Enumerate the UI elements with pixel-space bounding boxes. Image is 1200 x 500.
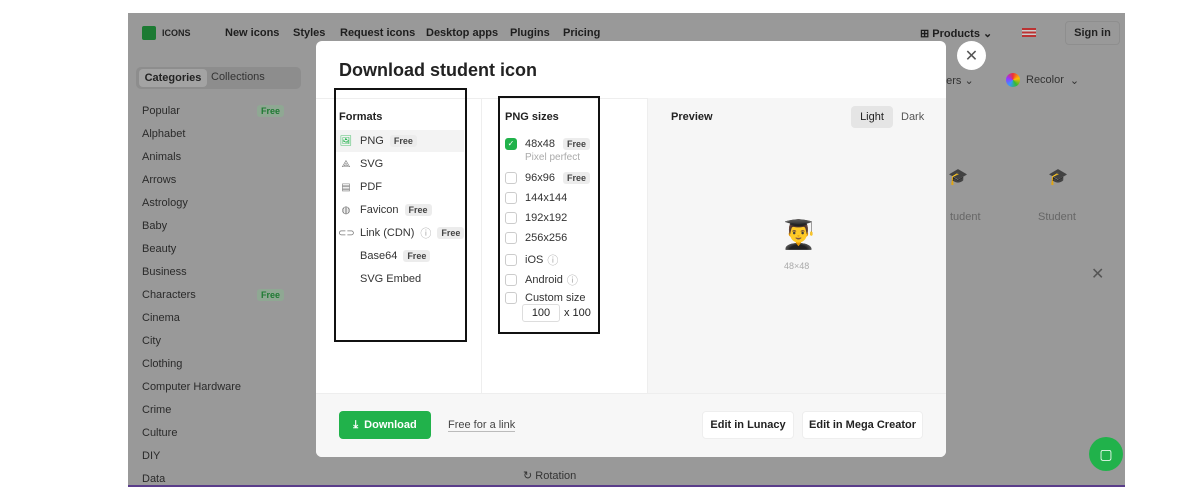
tab-categories[interactable]: Categories <box>139 69 207 87</box>
preview-heading: Preview <box>671 111 713 123</box>
color-wheel-icon <box>1006 73 1020 87</box>
sidebar-item-label: Business <box>142 266 187 278</box>
rotation-option[interactable]: ↻ Rotation <box>523 469 576 482</box>
recolor-dropdown[interactable]: Recolor ⌄ <box>1006 73 1079 87</box>
sidebar-item[interactable]: Baby <box>142 220 282 232</box>
logo-icon <box>142 26 156 40</box>
sidebar-item-label: Data <box>142 473 166 485</box>
sidebar-item[interactable]: Data <box>142 473 282 485</box>
annotation-box-formats <box>334 88 467 342</box>
sidebar-item-label: Clothing <box>142 358 183 370</box>
sidebar-item-label: Arrows <box>142 174 177 186</box>
modal-title: Download student icon <box>339 60 537 80</box>
sidebar-item[interactable]: Arrows <box>142 174 282 186</box>
chat-button[interactable]: ▢ <box>1089 437 1123 471</box>
sign-in-button[interactable]: Sign in <box>1065 21 1120 45</box>
logo[interactable]: ICONS <box>142 26 191 40</box>
free-badge: Free <box>257 105 285 117</box>
sidebar-item[interactable]: Beauty <box>142 243 282 255</box>
sidebar-item-label: Computer Hardware <box>142 381 242 393</box>
sidebar-item-label: Beauty <box>142 243 177 255</box>
sidebar-item[interactable]: Cinema <box>142 312 282 324</box>
modal-footer: ⤓ Download Free for a link Edit in Lunacy… <box>316 393 946 457</box>
sidebar-item-label: Cinema <box>142 312 180 324</box>
free-for-link[interactable]: Free for a link <box>448 419 516 432</box>
close-modal-button[interactable]: ✕ <box>957 41 986 70</box>
products-label: Products <box>932 28 980 40</box>
sidebar-item-label: DIY <box>142 450 161 462</box>
sidebar-item-label: Baby <box>142 220 168 232</box>
student-outline-icon[interactable]: 🎓 <box>948 167 968 187</box>
nav-pricing[interactable]: Pricing <box>563 27 600 39</box>
sidebar-item[interactable]: City <box>142 335 282 347</box>
preview-panel: Preview Light Dark 👨‍🎓 48×48 <box>648 98 946 393</box>
sidebar-item[interactable]: Characters Free <box>142 289 285 301</box>
edit-in-lunacy-button[interactable]: Edit in Lunacy <box>702 411 794 439</box>
sidebar-item[interactable]: Business <box>142 266 282 278</box>
icon-label: Student <box>1038 211 1076 223</box>
preview-size: 48×48 <box>784 261 810 271</box>
nav-new-icons[interactable]: New icons <box>225 27 279 39</box>
products-menu[interactable]: ⊞ Products ⌄ <box>920 27 992 40</box>
sidebar-item-label: Astrology <box>142 197 188 209</box>
sidebar-item-label: Animals <box>142 151 182 163</box>
nav-plugins[interactable]: Plugins <box>510 27 550 39</box>
download-button[interactable]: ⤓ Download <box>339 411 431 439</box>
us-flag-icon[interactable] <box>1022 28 1036 37</box>
sidebar-tabs: Categories Collections <box>136 67 301 89</box>
sidebar-item-label: Alphabet <box>142 128 186 140</box>
sidebar-item[interactable]: DIY <box>142 450 282 462</box>
sidebar-item-label: City <box>142 335 161 347</box>
light-toggle[interactable]: Light <box>851 106 893 128</box>
sidebar-item-label: Popular <box>142 105 180 117</box>
sidebar-item[interactable]: Animals <box>142 151 282 163</box>
logo-text: ICONS <box>162 28 191 38</box>
free-badge: Free <box>257 289 285 301</box>
download-label: Download <box>364 419 417 431</box>
student-preview-icon: 👨‍🎓 <box>781 219 816 250</box>
rotation-label: Rotation <box>535 470 577 482</box>
icon-label: tudent <box>950 211 981 223</box>
sidebar-item-label: Culture <box>142 427 178 439</box>
close-panel-icon[interactable]: ✕ <box>1091 264 1104 284</box>
download-icon: ⤓ <box>353 418 359 431</box>
nav-desktop-apps[interactable]: Desktop apps <box>426 27 498 39</box>
sidebar-item[interactable]: Computer Hardware <box>142 381 282 393</box>
sidebar-item-label: Characters <box>142 289 196 301</box>
sidebar-item[interactable]: Culture <box>142 427 282 439</box>
nav-request-icons[interactable]: Request icons <box>340 27 415 39</box>
dark-toggle[interactable]: Dark <box>901 111 924 123</box>
sidebar-item[interactable]: Astrology <box>142 197 282 209</box>
sidebar-item[interactable]: Popular Free <box>142 105 285 117</box>
tab-collections[interactable]: Collections <box>211 71 265 83</box>
sidebar-item-label: Crime <box>142 404 172 416</box>
annotation-box-sizes <box>498 96 600 334</box>
sidebar-item[interactable]: Clothing <box>142 358 282 370</box>
sidebar-item[interactable]: Crime <box>142 404 282 416</box>
edit-in-mega-creator-button[interactable]: Edit in Mega Creator <box>802 411 923 439</box>
nav-styles[interactable]: Styles <box>293 27 325 39</box>
sidebar-item[interactable]: Alphabet <box>142 128 282 140</box>
recolor-label: Recolor <box>1026 74 1064 86</box>
student-filled-icon[interactable]: 🎓 <box>1048 167 1068 187</box>
